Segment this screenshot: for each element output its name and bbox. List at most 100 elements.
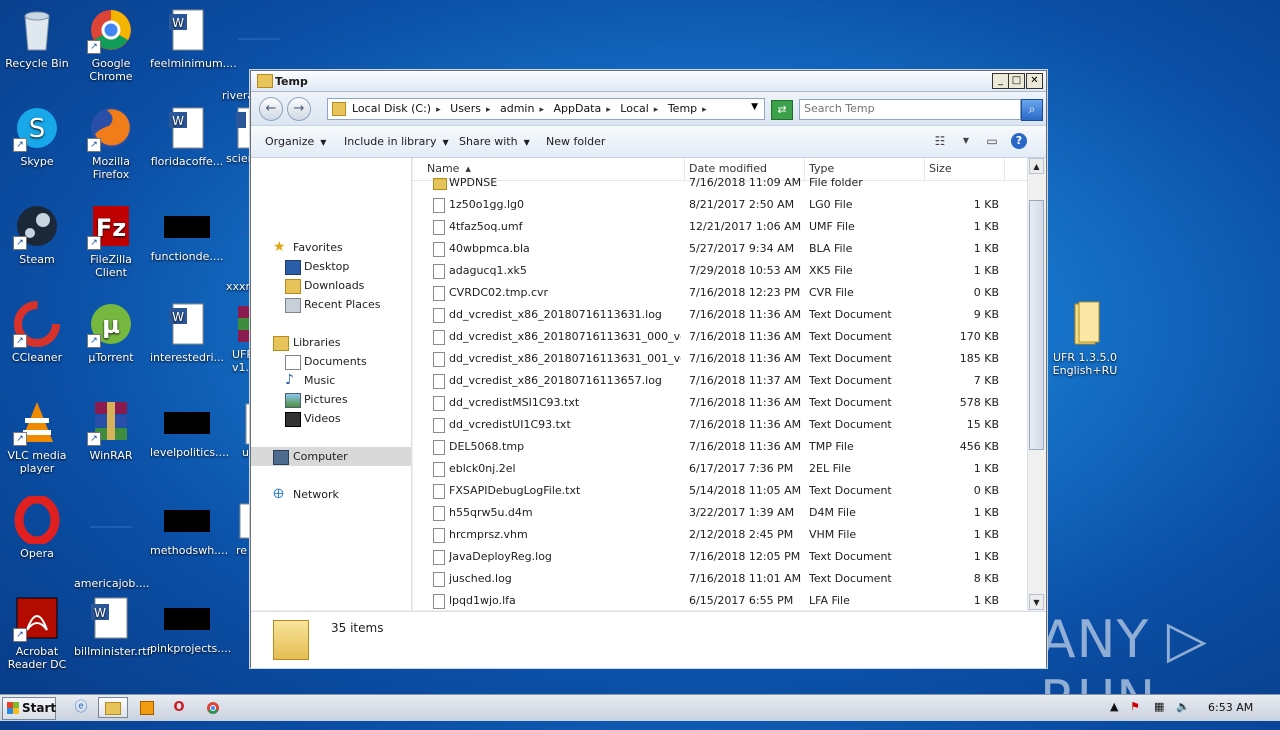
table-row[interactable]: CVRDC02.tmp.cvr 7/16/2018 12:23 PM CVR Fil… [413,282,1027,304]
re-file-icon[interactable]: re [222,496,252,557]
opera-taskbar-icon[interactable]: O [164,697,194,718]
scien-doc-icon[interactable]: scien [222,104,252,165]
title-bar[interactable]: Temp _ □ ✕ [251,71,1046,92]
americajob-file-icon[interactable]: americajob.... [74,496,149,590]
table-row[interactable]: jusched.log 7/16/2018 11:01 AM Text Docume… [413,568,1027,590]
filezilla-icon[interactable]: Fz ↗ FileZilla Client [74,202,148,279]
action-center-flag-icon[interactable]: ⚑ [1130,700,1140,713]
table-row[interactable]: WPDNSE 7/16/2018 11:09 AM File folder [413,172,1027,194]
table-row[interactable]: JavaDeployReg.log 7/16/2018 12:05 PM Text … [413,546,1027,568]
nav-network[interactable]: 🜨 Network [251,485,411,504]
ufr-folder-icon[interactable]: UFR 1.3.5.0 English+RU [1046,300,1124,377]
nav-libraries[interactable]: Libraries [251,333,411,352]
methodswh-file-icon[interactable]: methodswh.... [150,496,228,557]
functionde-file-icon[interactable]: functionde.... [150,202,224,263]
vlc-icon[interactable]: ↗ VLC media player [0,398,74,475]
breadcrumb-item[interactable]: admin [500,102,534,115]
floridacoffee-doc-icon[interactable]: W floridacoffe... [150,104,224,168]
table-row[interactable]: dd_vcredist_x86_20180716113657.log 7/16/2… [413,370,1027,392]
help-icon[interactable]: ? [1011,133,1027,149]
chrome-taskbar-icon[interactable] [198,697,228,718]
vertical-scrollbar[interactable]: ▲ ▼ [1027,158,1045,610]
billminister-doc-icon[interactable]: W billminister.rtf [74,594,150,658]
chevron-right-icon[interactable]: ▸ [436,105,441,115]
scroll-thumb[interactable] [1029,200,1044,450]
breadcrumb-item[interactable]: Users [450,102,481,115]
utorrent-icon[interactable]: µ ↗ µTorrent [74,300,148,364]
table-row[interactable]: FXSAPIDebugLogFile.txt 5/14/2018 11:05 AM… [413,480,1027,502]
minimize-button[interactable]: _ [992,73,1009,89]
breadcrumb-item[interactable]: Temp [668,102,697,115]
nav-desktop[interactable]: Desktop [251,257,411,276]
table-row[interactable]: h55qrw5u.d4m 3/22/2017 1:39 AM D4M File 1 K… [413,502,1027,524]
firefox-icon[interactable]: ↗ Mozilla Firefox [74,104,148,181]
breadcrumb-item[interactable]: Local Disk (C:) [352,102,431,115]
table-row[interactable]: dd_vcredistUI1C93.txt 7/16/2018 11:36 AM T… [413,414,1027,436]
back-button[interactable]: ← [259,97,283,121]
nav-videos[interactable]: Videos [251,409,411,428]
table-row[interactable]: eblck0nj.2el 6/17/2017 7:36 PM 2EL File 1 K… [413,458,1027,480]
chevron-down-icon[interactable]: ▼ [957,133,975,149]
ufr-v1-icon[interactable]: UFR v1. [222,300,252,374]
table-row[interactable]: dd_vcredist_x86_20180716113631.log 7/16/2… [413,304,1027,326]
organize-button[interactable]: Organize ▼ [265,135,326,148]
winrar-icon[interactable]: ↗ WinRAR [74,398,148,462]
media-player-icon[interactable] [132,697,162,718]
pinkprojects-file-icon[interactable]: pinkprojects.... [150,594,231,655]
feelminimum-doc-icon[interactable]: W feelminimum.... [150,6,237,70]
chevron-down-icon[interactable]: ▼ [751,102,758,112]
table-row[interactable]: dd_vcredistMSI1C93.txt 7/16/2018 11:36 AM… [413,392,1027,414]
scroll-up-arrow-icon[interactable]: ▲ [1029,158,1044,174]
breadcrumb-item[interactable]: AppData [553,102,601,115]
refresh-icon[interactable]: ⇄ [771,100,793,120]
maximize-button[interactable]: □ [1008,73,1025,89]
include-in-library-button[interactable]: Include in library ▼ [344,135,449,148]
search-icon[interactable]: ⌕ [1021,99,1043,121]
nav-documents[interactable]: Documents [251,352,411,371]
internet-explorer-icon[interactable]: ⓔ [66,697,96,718]
file-explorer-icon[interactable] [98,697,128,718]
nav-pictures[interactable]: Pictures [251,390,411,409]
volume-icon[interactable]: 🔈 [1176,700,1190,713]
chevron-right-icon[interactable]: ▸ [486,105,491,115]
chrome-icon[interactable]: ↗ Google Chrome [74,6,148,83]
nav-computer[interactable]: Computer [251,447,411,466]
chevron-right-icon[interactable]: ▸ [654,105,659,115]
forward-button[interactable]: → [287,97,311,121]
acrobat-reader-icon[interactable]: ↗ Acrobat Reader DC [0,594,74,671]
skype-icon[interactable]: S ↗ Skype [0,104,74,168]
nav-downloads[interactable]: Downloads [251,276,411,295]
u-file-icon[interactable]: u [222,398,252,459]
table-row[interactable]: hrcmprsz.vhm 2/12/2018 2:45 PM VHM File 1 K… [413,524,1027,546]
opera-icon[interactable]: Opera [0,494,74,560]
search-input[interactable] [800,100,1018,117]
nav-music[interactable]: ♪ Music [251,371,411,390]
table-row[interactable]: 4tfaz5oq.umf 12/21/2017 1:06 AM UMF File 1 … [413,216,1027,238]
scroll-down-arrow-icon[interactable]: ▼ [1029,594,1044,610]
show-hidden-icons-icon[interactable]: ▲ [1110,700,1118,713]
start-button[interactable]: Start [2,697,56,720]
clock[interactable]: 6:53 AM [1208,701,1253,714]
new-folder-button[interactable]: New folder [546,135,605,148]
steam-icon[interactable]: ↗ Steam [0,202,74,266]
chevron-right-icon[interactable]: ▸ [702,105,707,115]
share-with-button[interactable]: Share with ▼ [459,135,530,148]
address-box[interactable]: Local Disk (C:) ▸ Users ▸ admin ▸ AppData ▸ … [327,98,765,120]
table-row[interactable]: dd_vcredist_x86_20180716113631_001_vc...… [413,348,1027,370]
interestedri-doc-icon[interactable]: W interestedri... [150,300,224,364]
table-row[interactable]: 1z50o1gg.lg0 8/21/2017 2:50 AM LG0 File 1 K… [413,194,1027,216]
ccleaner-icon[interactable]: ↗ CCleaner [0,300,74,364]
close-button[interactable]: ✕ [1026,73,1043,89]
nav-favorites[interactable]: ★ Favorites [251,238,411,257]
table-row[interactable]: dd_vcredist_x86_20180716113631_000_vc...… [413,326,1027,348]
breadcrumb-item[interactable]: Local [620,102,649,115]
xxxn-file-icon[interactable]: xxxn [222,202,252,293]
table-row[interactable]: adagucq1.xk5 7/29/2018 10:53 AM XK5 File 1 … [413,260,1027,282]
preview-pane-icon[interactable]: ▭ [983,133,1001,149]
levelpolitics-file-icon[interactable]: levelpolitics.... [150,398,229,459]
table-row[interactable]: DEL5068.tmp 7/16/2018 11:36 AM TMP File 456… [413,436,1027,458]
table-row[interactable]: lpqd1wjo.lfa 6/15/2017 6:55 PM LFA File 1 K… [413,590,1027,610]
chevron-right-icon[interactable]: ▸ [539,105,544,115]
nav-recent-places[interactable]: Recent Places [251,295,411,314]
view-options-icon[interactable]: ☷ [931,133,949,149]
